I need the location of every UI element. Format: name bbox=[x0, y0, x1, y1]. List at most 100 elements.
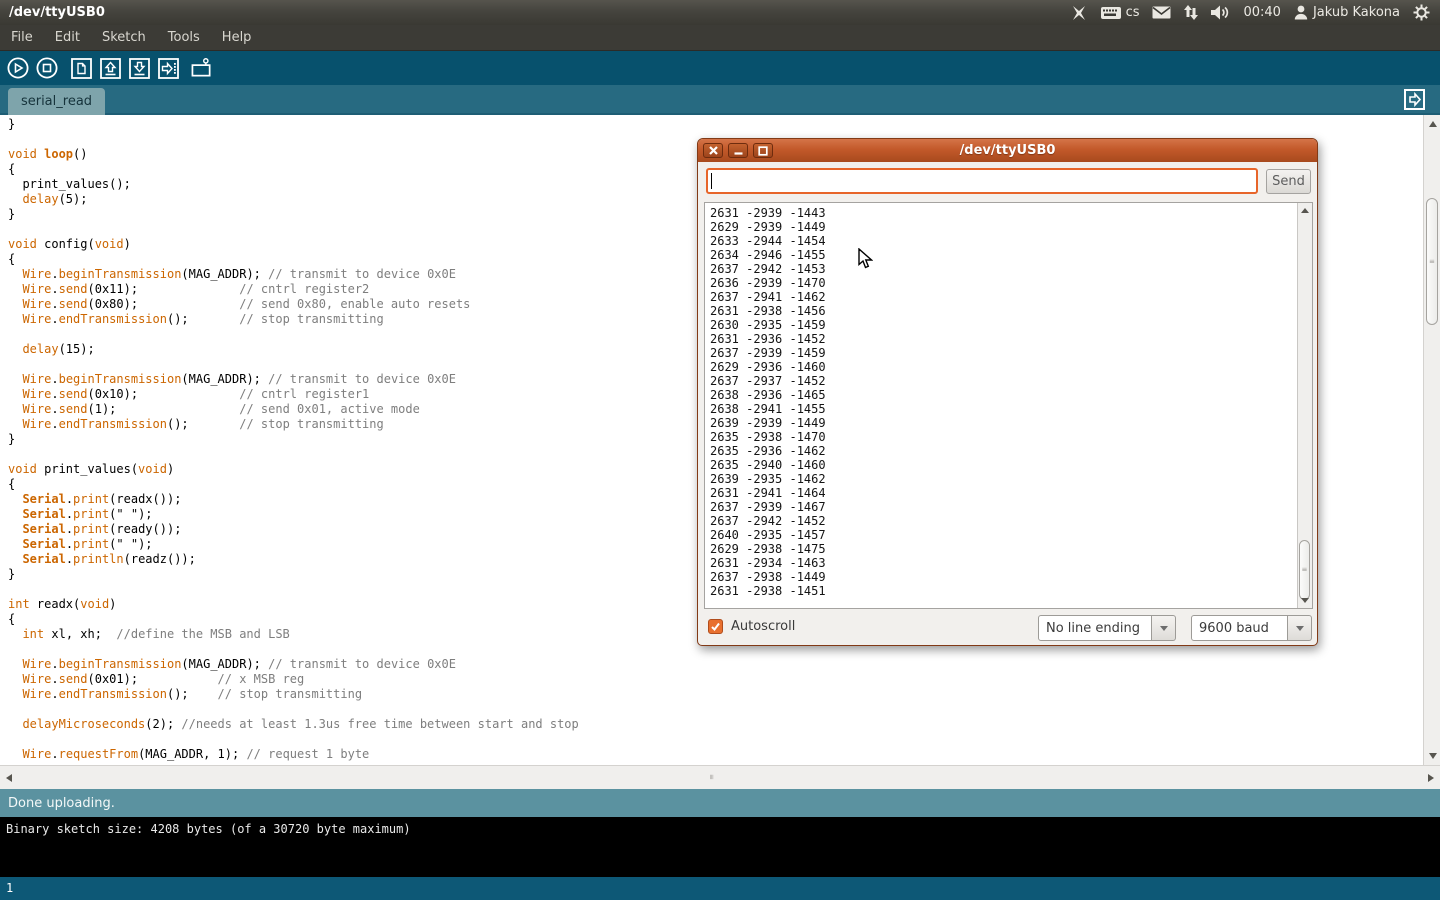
menu-item-tools[interactable]: Tools bbox=[157, 26, 211, 49]
serial-output-area[interactable]: 2631 -2939 -1443 2629 -2939 -1449 2633 -… bbox=[704, 202, 1313, 609]
ide-toolbar bbox=[0, 50, 1440, 85]
top-panel: /dev/ttyUSB0 cs 00:40 Jakub Kakona bbox=[0, 0, 1440, 25]
menu-item-edit[interactable]: Edit bbox=[44, 26, 91, 49]
keyboard-indicator[interactable]: cs bbox=[1100, 5, 1140, 20]
code-line: Serial.print(" "); bbox=[8, 507, 579, 522]
build-console: Binary sketch size: 4208 bytes (of a 307… bbox=[0, 817, 1440, 877]
save-button[interactable] bbox=[128, 57, 150, 79]
menu-item-help[interactable]: Help bbox=[211, 26, 263, 49]
code-line: int readx(void) bbox=[8, 597, 579, 612]
send-button[interactable]: Send bbox=[1266, 169, 1311, 194]
code-line: { bbox=[8, 477, 579, 492]
network-arrows-icon[interactable] bbox=[1184, 5, 1198, 20]
stop-button[interactable] bbox=[36, 57, 58, 79]
serial-monitor-icon bbox=[191, 57, 213, 79]
open-icon bbox=[100, 58, 121, 79]
serial-vscroll-thumb[interactable]: ≡ bbox=[1299, 540, 1310, 600]
mail-icon[interactable] bbox=[1152, 6, 1171, 19]
volume-icon[interactable] bbox=[1211, 5, 1230, 20]
user-menu[interactable]: Jakub Kakona bbox=[1294, 5, 1400, 20]
minimize-button[interactable] bbox=[728, 143, 748, 158]
window-title: /dev/ttyUSB0 bbox=[9, 5, 105, 20]
autoscroll-label: Autoscroll bbox=[731, 619, 795, 634]
code-line: Wire.endTransmission(); // stop transmit… bbox=[8, 312, 579, 327]
code-line: } bbox=[8, 117, 579, 132]
upload-button[interactable] bbox=[157, 57, 179, 79]
code-line bbox=[8, 582, 579, 597]
autoscroll-checkbox[interactable] bbox=[708, 619, 723, 634]
code-line: Serial.println(readz()); bbox=[8, 552, 579, 567]
scroll-right-arrow[interactable] bbox=[1428, 774, 1434, 782]
send-button-label: Send bbox=[1272, 174, 1305, 189]
code-line: Wire.send(0x01); // x MSB reg bbox=[8, 672, 579, 687]
serial-monitor-button[interactable] bbox=[191, 57, 213, 79]
verify-icon bbox=[7, 57, 29, 79]
code-line: void print_values(void) bbox=[8, 462, 579, 477]
code-line: Serial.print(" "); bbox=[8, 537, 579, 552]
baud-dropdown-button[interactable] bbox=[1288, 615, 1312, 641]
user-name: Jakub Kakona bbox=[1313, 5, 1400, 20]
code-line: Wire.send(0x11); // cntrl register2 bbox=[8, 282, 579, 297]
code-line: Wire.send(1); // send 0x01, active mode bbox=[8, 402, 579, 417]
editor-hscroll-thumb[interactable]: ≡ bbox=[2, 769, 1420, 785]
editor-hscrollbar[interactable]: ≡ bbox=[0, 765, 1440, 789]
tab-serial-read[interactable]: serial_read bbox=[8, 88, 105, 115]
open-button[interactable] bbox=[99, 57, 121, 79]
serial-output: 2631 -2939 -1443 2629 -2939 -1449 2633 -… bbox=[710, 206, 826, 598]
scroll-down-arrow[interactable] bbox=[1429, 753, 1437, 759]
status-bar: Done uploading. bbox=[0, 789, 1440, 817]
editor-vscrollbar[interactable]: ≡ bbox=[1423, 115, 1440, 765]
new-button[interactable] bbox=[70, 57, 92, 79]
code-line: int xl, xh; //define the MSB and LSB bbox=[8, 627, 579, 642]
code-line bbox=[8, 732, 579, 747]
desktop: /dev/ttyUSB0 cs 00:40 Jakub Kakona bbox=[0, 0, 1440, 900]
code-line: { bbox=[8, 162, 579, 177]
code-line bbox=[8, 702, 579, 717]
scroll-down-arrow[interactable] bbox=[1301, 598, 1309, 603]
maximize-button[interactable] bbox=[753, 143, 773, 158]
line-number-bar: 1 bbox=[0, 877, 1440, 900]
editor-vscroll-thumb[interactable]: ≡ bbox=[1426, 198, 1438, 325]
code-line: Serial.print(readx()); bbox=[8, 492, 579, 507]
code-line: Wire.requestFrom(MAG_ADDR, 1); // reques… bbox=[8, 747, 579, 762]
line-ending-select[interactable]: No line ending bbox=[1038, 615, 1152, 641]
menu-item-file[interactable]: File bbox=[0, 26, 44, 49]
serial-vscrollbar[interactable]: ≡ bbox=[1297, 203, 1312, 608]
console-text: Binary sketch size: 4208 bytes (of a 307… bbox=[6, 822, 411, 836]
code-line: { bbox=[8, 612, 579, 627]
code-line: Wire.endTransmission(); // stop transmit… bbox=[8, 687, 579, 702]
power-gear-icon[interactable] bbox=[1413, 4, 1430, 21]
serial-monitor-titlebar[interactable]: /dev/ttyUSB0 bbox=[698, 139, 1317, 162]
code-line: } bbox=[8, 207, 579, 222]
code-line: void config(void) bbox=[8, 237, 579, 252]
scroll-up-arrow[interactable] bbox=[1429, 121, 1437, 127]
code-line: Wire.send(0x10); // cntrl register1 bbox=[8, 387, 579, 402]
serial-monitor-window: /dev/ttyUSB0 Send 2631 -2939 -1443 2629 … bbox=[697, 138, 1318, 646]
applet-x-icon[interactable] bbox=[1071, 5, 1087, 21]
code-line: print_values(); bbox=[8, 177, 579, 192]
serial-input[interactable] bbox=[706, 168, 1258, 194]
code-line bbox=[8, 357, 579, 372]
line-ending-dropdown-button[interactable] bbox=[1152, 615, 1176, 641]
code-line bbox=[8, 447, 579, 462]
code-line: Wire.beginTransmission(MAG_ADDR); // tra… bbox=[8, 372, 579, 387]
code-area: } void loop(){ print_values(); delay(5);… bbox=[8, 117, 579, 762]
close-button[interactable] bbox=[703, 143, 723, 158]
menu-bar: FileEditSketchToolsHelp bbox=[0, 25, 1440, 50]
tab-strip: serial_read bbox=[0, 85, 1440, 115]
new-tab-button[interactable] bbox=[1404, 89, 1425, 110]
text-caret bbox=[711, 173, 712, 189]
code-line: { bbox=[8, 252, 579, 267]
clock[interactable]: 00:40 bbox=[1243, 5, 1280, 20]
chevron-down-icon bbox=[1296, 626, 1304, 631]
upload-icon bbox=[158, 58, 179, 79]
code-line: Wire.send(0x80); // send 0x80, enable au… bbox=[8, 297, 579, 312]
code-line: Wire.beginTransmission(MAG_ADDR); // tra… bbox=[8, 267, 579, 282]
baud-select[interactable]: 9600 baud bbox=[1191, 615, 1288, 641]
scroll-up-arrow[interactable] bbox=[1301, 208, 1309, 213]
serial-monitor-controls: Autoscroll No line ending 9600 baud bbox=[698, 613, 1317, 646]
menu-item-sketch[interactable]: Sketch bbox=[91, 26, 157, 49]
code-line: Wire.endTransmission(); // stop transmit… bbox=[8, 417, 579, 432]
verify-button[interactable] bbox=[7, 57, 29, 79]
status-message: Done uploading. bbox=[8, 796, 115, 811]
